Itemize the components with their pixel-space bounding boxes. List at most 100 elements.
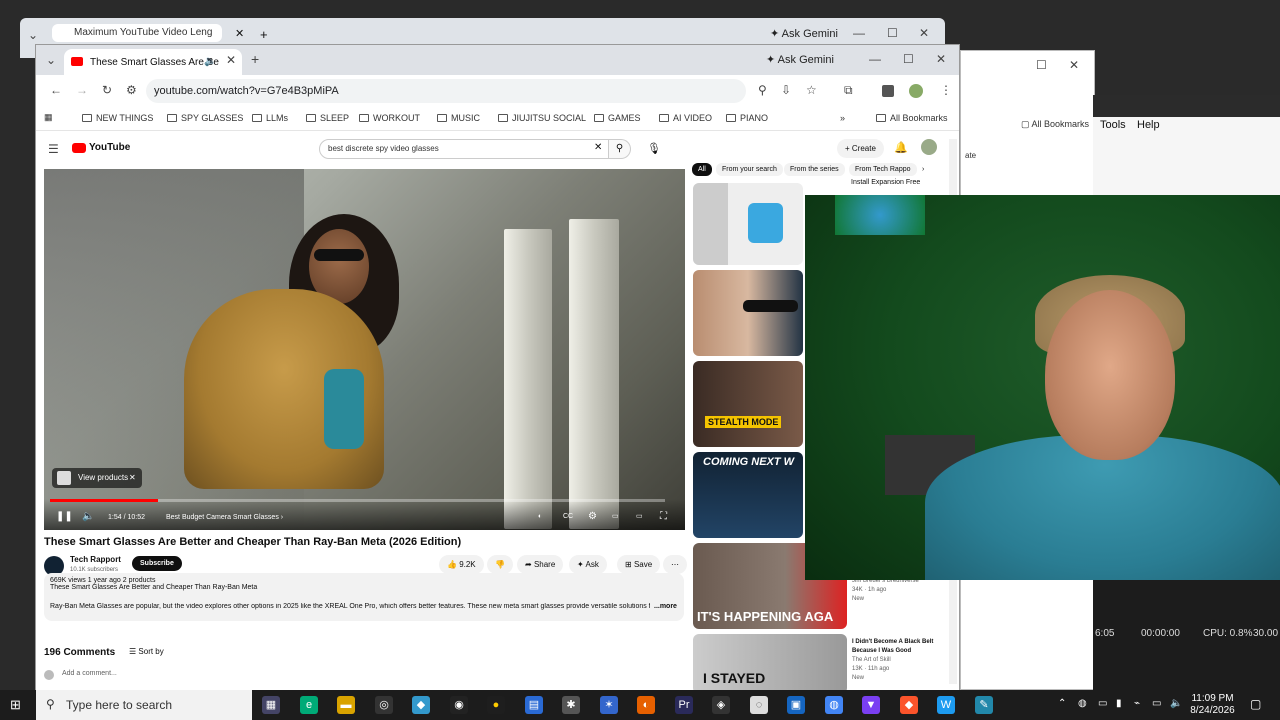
bell-icon[interactable]: 🔔 <box>894 141 908 154</box>
theater-icon[interactable]: ▭ <box>636 512 643 520</box>
tray-chevron-icon[interactable]: ⌃ <box>1058 698 1066 709</box>
background-tab[interactable]: Maximum YouTube Video Leng <box>52 24 222 42</box>
search-button[interactable]: ⚲ <box>609 139 631 159</box>
clear-search-icon[interactable]: ✕ <box>594 142 602 153</box>
app-icon[interactable]: ✶ <box>600 696 618 714</box>
apps-grid-icon[interactable]: ▦ <box>44 112 53 123</box>
tab-search-icon[interactable]: ⌄ <box>46 53 56 67</box>
chip-all[interactable]: All <box>692 163 712 176</box>
reload-icon[interactable]: ↻ <box>102 83 112 97</box>
bulb-icon[interactable]: ● <box>487 696 505 714</box>
profile-avatar[interactable] <box>909 84 923 98</box>
avatar[interactable] <box>921 139 937 155</box>
menu-tools[interactable]: Tools <box>1100 119 1126 131</box>
task-view-icon[interactable]: ▦ <box>262 696 280 714</box>
sort-button[interactable]: ☰ Sort by <box>129 647 164 656</box>
bookmark-star-icon[interactable]: ☆ <box>806 83 817 97</box>
bookmark-folder[interactable]: JIUJITSU SOCIAL <box>498 113 586 123</box>
maximize-icon[interactable]: ☐ <box>903 52 914 66</box>
network-icon[interactable]: ▭ <box>1152 698 1161 709</box>
ask-button[interactable]: ✦ Ask <box>569 555 607 574</box>
video-thumbnail[interactable]: STEALTH MODE <box>693 361 803 447</box>
bookmark-folder[interactable]: SPY GLASSES <box>167 113 243 123</box>
install-icon[interactable]: ⇩ <box>781 83 791 97</box>
chip-from-series[interactable]: From the series <box>784 163 845 176</box>
new-tab-icon[interactable]: + <box>260 27 268 42</box>
obs-icon[interactable]: ◉ <box>450 696 468 714</box>
close-icon[interactable]: ✕ <box>919 26 929 40</box>
search-input[interactable]: best discrete spy video glasses <box>319 139 609 159</box>
tray-app-icon[interactable]: ◍ <box>1078 698 1087 709</box>
more-link[interactable]: ...more <box>654 603 677 610</box>
maximize-icon[interactable]: ☐ <box>1036 58 1047 72</box>
all-bookmarks[interactable]: All Bookmarks <box>876 113 948 123</box>
app-icon[interactable]: ▼ <box>862 696 880 714</box>
close-tab-icon[interactable]: ✕ <box>226 53 236 67</box>
save-button[interactable]: ⊞ Save <box>617 555 661 574</box>
extensions-icon[interactable]: ⧉ <box>844 83 853 98</box>
taskbar-clock[interactable]: 11:09 PM 8/24/2026 <box>1185 693 1240 717</box>
hamburger-menu-icon[interactable]: ☰ <box>48 142 59 156</box>
app-icon[interactable]: ◆ <box>412 696 430 714</box>
bookmark-folder[interactable]: LLMs <box>252 113 288 123</box>
app-icon[interactable]: ▣ <box>787 696 805 714</box>
close-icon[interactable]: ✕ <box>1069 58 1079 72</box>
bookmark-folder[interactable]: MUSIC <box>437 113 480 123</box>
bookmark-folder[interactable]: WORKOUT <box>359 113 420 123</box>
premiere-icon[interactable]: Pr <box>675 696 693 714</box>
sidebar-ad[interactable] <box>693 183 803 265</box>
app-icon[interactable]: ✱ <box>562 696 580 714</box>
minimize-icon[interactable]: — <box>869 52 881 66</box>
video-thumbnail[interactable]: I STAYED <box>693 634 847 691</box>
gemini-button[interactable]: ✦ Ask Gemini <box>770 27 838 40</box>
video-thumbnail[interactable]: COMING NEXT W <box>693 452 803 538</box>
url-bar[interactable]: youtube.com/watch?v=G7e4B3pMiPA <box>146 79 746 103</box>
share-button[interactable]: ➦ Share <box>517 555 564 574</box>
bookmark-folder[interactable]: AI VIDEO <box>659 113 712 123</box>
dislike-button[interactable]: 👎 <box>487 555 513 574</box>
extension-icon[interactable] <box>882 85 894 97</box>
create-button[interactable]: + Create <box>837 139 884 158</box>
more-actions-icon[interactable]: ⋯ <box>663 555 687 574</box>
youtube-logo-text[interactable]: YouTube <box>89 142 130 153</box>
chrome-icon[interactable]: ◍ <box>825 696 843 714</box>
firefox-icon[interactable]: ◐ <box>637 696 655 714</box>
app-icon[interactable]: ◎ <box>375 696 393 714</box>
back-icon[interactable]: ← <box>50 83 62 97</box>
menu-kebab-icon[interactable]: ⋮ <box>940 83 952 97</box>
microphone-icon[interactable]: ▮ <box>1116 698 1122 709</box>
chip-from-channel[interactable]: From Tech Rappo <box>849 163 917 176</box>
subscribe-button[interactable]: Subscribe <box>132 556 182 571</box>
mic-icon[interactable]: 🎙 <box>647 142 661 155</box>
audio-icon[interactable]: 🔈 <box>204 56 216 67</box>
file-explorer-icon[interactable]: ▬ <box>337 696 355 714</box>
maximize-icon[interactable]: ☐ <box>887 26 898 40</box>
settings-icon[interactable]: ⚙ <box>588 511 597 522</box>
gemini-button[interactable]: ✦ Ask Gemini <box>766 53 834 66</box>
bookmark-folder[interactable]: PIANO <box>726 113 768 123</box>
tray-app-icon[interactable]: ▭ <box>1098 698 1107 709</box>
chevron-right-icon[interactable]: › <box>916 163 930 176</box>
video-thumbnail[interactable] <box>693 270 803 356</box>
bookmark-folder[interactable]: GAMES <box>594 113 641 123</box>
site-info-icon[interactable]: ⚙ <box>126 83 137 97</box>
minimize-icon[interactable]: — <box>853 26 865 40</box>
windows-start-icon[interactable]: ⊞ <box>10 697 21 713</box>
docs-icon[interactable]: ▤ <box>525 696 543 714</box>
app-icon[interactable]: ◈ <box>712 696 730 714</box>
zoom-icon[interactable]: ⚲ <box>758 83 767 97</box>
edge-icon[interactable]: e <box>300 696 318 714</box>
view-products-button[interactable]: View products ✕ <box>52 468 142 488</box>
add-comment-input[interactable]: Add a comment... <box>62 670 117 677</box>
youtube-logo-icon[interactable] <box>72 143 86 153</box>
video-player[interactable]: ❚❚ 🔈 1:54 / 10:52 Best Budget Camera Sma… <box>44 169 685 530</box>
close-icon[interactable]: ✕ <box>129 473 136 482</box>
app-icon[interactable]: W <box>937 696 955 714</box>
captions-icon[interactable]: CC <box>563 513 573 520</box>
taskbar-search[interactable]: ⚲ Type here to search <box>36 690 252 720</box>
autoplay-icon[interactable]: ◐ <box>538 513 542 520</box>
volume-icon[interactable]: 🔈 <box>82 511 94 522</box>
channel-name[interactable]: Tech Rapport <box>70 555 121 564</box>
chip-from-search[interactable]: From your search <box>716 163 783 176</box>
close-window-icon[interactable]: ✕ <box>936 52 946 66</box>
